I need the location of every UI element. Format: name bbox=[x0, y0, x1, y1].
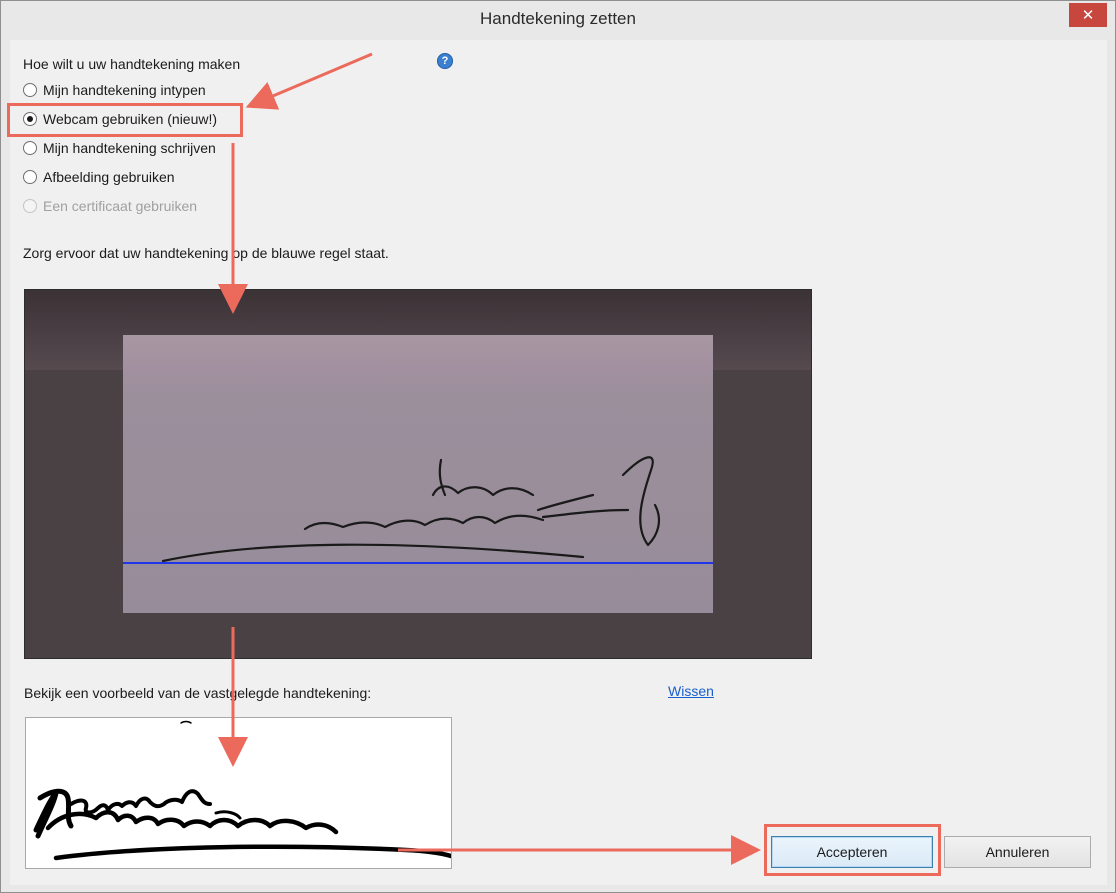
radio-type-signature[interactable]: Mijn handtekening intypen bbox=[23, 80, 206, 100]
radio-label: Afbeelding gebruiken bbox=[43, 169, 175, 185]
clear-link[interactable]: Wissen bbox=[668, 683, 714, 699]
accept-button[interactable]: Accepteren bbox=[771, 836, 933, 868]
radio-write-signature[interactable]: Mijn handtekening schrijven bbox=[23, 138, 216, 158]
help-icon[interactable]: ? bbox=[437, 53, 453, 69]
method-heading: Hoe wilt u uw handtekening maken bbox=[23, 56, 241, 72]
radio-button bbox=[23, 83, 37, 97]
title-bar: Handtekening zetten ✕ bbox=[1, 1, 1115, 39]
radio-label: Webcam gebruiken (nieuw!) bbox=[43, 111, 218, 127]
mirrored-signature-image bbox=[161, 456, 661, 563]
close-button[interactable]: ✕ bbox=[1069, 3, 1107, 27]
preview-label: Bekijk een voorbeeld van de vastgelegde … bbox=[24, 685, 372, 701]
close-icon: ✕ bbox=[1081, 6, 1095, 24]
radio-button bbox=[23, 141, 37, 155]
signature-preview bbox=[25, 717, 452, 869]
radio-use-webcam[interactable]: Webcam gebruiken (nieuw!) bbox=[23, 109, 217, 129]
signature-guide-line bbox=[123, 562, 713, 564]
webcam-instruction: Zorg ervoor dat uw handtekening op de bl… bbox=[23, 245, 389, 261]
radio-label: Mijn handtekening schrijven bbox=[43, 140, 216, 156]
dialog-title: Handtekening zetten bbox=[480, 9, 636, 28]
radio-use-image[interactable]: Afbeelding gebruiken bbox=[23, 167, 175, 187]
webcam-feed bbox=[24, 289, 812, 659]
radio-button bbox=[23, 170, 37, 184]
captured-signature-image bbox=[33, 720, 451, 861]
radio-button-selected bbox=[23, 112, 37, 126]
radio-label: Mijn handtekening intypen bbox=[43, 82, 206, 98]
radio-use-certificate: Een certificaat gebruiken bbox=[23, 196, 197, 216]
cancel-button[interactable]: Annuleren bbox=[944, 836, 1091, 868]
radio-label: Een certificaat gebruiken bbox=[43, 198, 198, 214]
radio-button-disabled bbox=[23, 199, 37, 213]
